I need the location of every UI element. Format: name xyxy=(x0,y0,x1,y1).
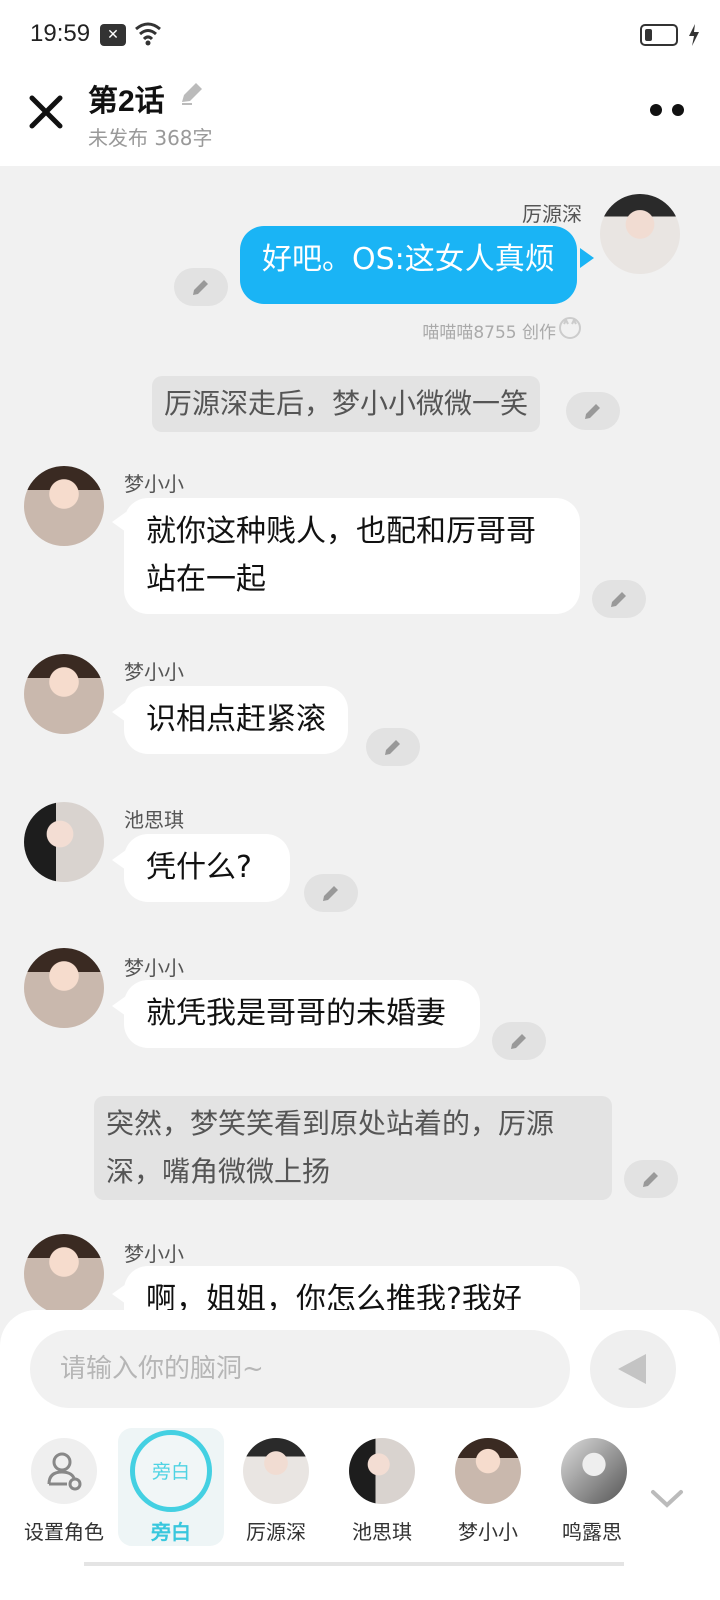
speaker-name: 池思琪 xyxy=(124,808,184,832)
narration-bubble[interactable]: 厉源深走后，梦小小微微一笑 xyxy=(152,376,541,432)
edit-message-button[interactable] xyxy=(304,874,358,912)
pencil-icon xyxy=(585,404,600,419)
avatar xyxy=(349,1438,415,1504)
role-label: 梦小小 xyxy=(458,1520,518,1544)
close-icon[interactable] xyxy=(24,90,68,134)
role-set-character[interactable]: 设置角色 xyxy=(14,1428,114,1546)
bubble-tail xyxy=(580,248,594,268)
message-line: 站在一起 xyxy=(146,562,266,597)
narration-badge: 旁白 xyxy=(130,1430,212,1512)
role-character[interactable]: 梦小小 xyxy=(438,1428,538,1546)
send-icon xyxy=(618,1354,646,1384)
role-label: 厉源深 xyxy=(246,1520,306,1544)
message-bubble[interactable]: 啊，姐姐，你怎么推我?我好 xyxy=(124,1266,580,1316)
x-notification-icon: ✕ xyxy=(100,24,126,46)
message-bubble[interactable]: 凭什么? xyxy=(124,834,290,902)
composer-panel: 请输入你的脑洞~ 设置角色 旁白 旁白 厉源深 池思琪 梦小小 鸣露思 xyxy=(0,1310,720,1600)
home-indicator xyxy=(84,1562,624,1566)
avatar xyxy=(561,1438,627,1504)
message-line: 就你这种贱人，也配和厉哥哥 xyxy=(146,514,536,549)
narration-line: 突然，梦笑笑看到原处站着的，厉源 xyxy=(106,1107,555,1140)
role-label: 设置角色 xyxy=(24,1520,104,1544)
story-input[interactable]: 请输入你的脑洞~ xyxy=(30,1330,570,1408)
role-character[interactable]: 厉源深 xyxy=(226,1428,326,1546)
wifi-icon xyxy=(135,22,161,46)
edit-title-icon[interactable] xyxy=(178,80,206,108)
author-credit: 喵喵喵8755 创作 xyxy=(422,323,556,343)
send-button[interactable] xyxy=(590,1330,676,1408)
narration-badge-text: 旁白 xyxy=(151,1461,190,1483)
pencil-icon xyxy=(323,886,338,901)
pencil-icon xyxy=(611,592,626,607)
edit-message-button[interactable] xyxy=(566,392,620,430)
message-bubble[interactable]: 好吧。OS:这女人真烦 xyxy=(240,226,577,304)
avatar[interactable] xyxy=(600,194,680,274)
narration-bubble[interactable]: 突然，梦笑笑看到原处站着的，厉源 深，嘴角微微上扬 xyxy=(94,1096,612,1200)
edit-message-button[interactable] xyxy=(592,580,646,618)
status-bar: 19:59 ✕ xyxy=(0,0,720,70)
role-character[interactable]: 池思琪 xyxy=(332,1428,432,1546)
message-bubble[interactable]: 就凭我是哥哥的未婚妻 xyxy=(124,980,480,1048)
pencil-icon xyxy=(511,1034,526,1049)
pencil-icon xyxy=(643,1172,658,1187)
role-label: 池思琪 xyxy=(352,1520,412,1544)
avatar[interactable] xyxy=(24,1234,104,1314)
pencil-icon xyxy=(385,740,400,755)
edit-message-button[interactable] xyxy=(492,1022,546,1060)
narration-line: 深，嘴角微微上扬 xyxy=(106,1155,331,1188)
avatar[interactable] xyxy=(24,654,104,734)
edit-message-button[interactable] xyxy=(366,728,420,766)
status-time: 19:59 xyxy=(30,20,91,47)
role-label: 旁白 xyxy=(151,1520,191,1544)
cat-icon xyxy=(559,317,581,339)
speaker-name: 厉源深 xyxy=(522,202,582,226)
battery-icon xyxy=(640,24,678,46)
role-narration[interactable]: 旁白 旁白 xyxy=(118,1428,224,1546)
pencil-icon xyxy=(193,280,208,295)
message-bubble[interactable]: 就你这种贱人，也配和厉哥哥 站在一起 xyxy=(124,498,580,614)
speaker-name: 梦小小 xyxy=(124,956,184,980)
speaker-name: 梦小小 xyxy=(124,1242,184,1266)
avatar xyxy=(243,1438,309,1504)
role-character[interactable]: 鸣露思 xyxy=(544,1428,640,1546)
avatar[interactable] xyxy=(24,948,104,1028)
edit-message-button[interactable] xyxy=(624,1160,678,1198)
role-label: 鸣露思 xyxy=(562,1520,622,1544)
chevron-down-icon[interactable] xyxy=(650,1488,684,1510)
message-bubble[interactable]: 识相点赶紧滚 xyxy=(124,686,348,754)
edit-message-button[interactable] xyxy=(174,268,228,306)
page-title[interactable]: 第2话 xyxy=(88,76,165,120)
person-settings-icon xyxy=(31,1438,97,1504)
more-options-button[interactable] xyxy=(650,100,690,120)
avatar[interactable] xyxy=(24,466,104,546)
chat-area[interactable]: 厉源深 好吧。OS:这女人真烦 喵喵喵8755 创作 厉源深走后，梦小小微微一笑… xyxy=(0,166,720,1316)
speaker-name: 梦小小 xyxy=(124,472,184,496)
avatar[interactable] xyxy=(24,802,104,882)
episode-status: 未发布 368字 xyxy=(88,126,213,150)
speaker-name: 梦小小 xyxy=(124,660,184,684)
charging-icon xyxy=(689,24,699,46)
editor-header: 第2话 未发布 368字 xyxy=(0,70,720,166)
avatar xyxy=(455,1438,521,1504)
